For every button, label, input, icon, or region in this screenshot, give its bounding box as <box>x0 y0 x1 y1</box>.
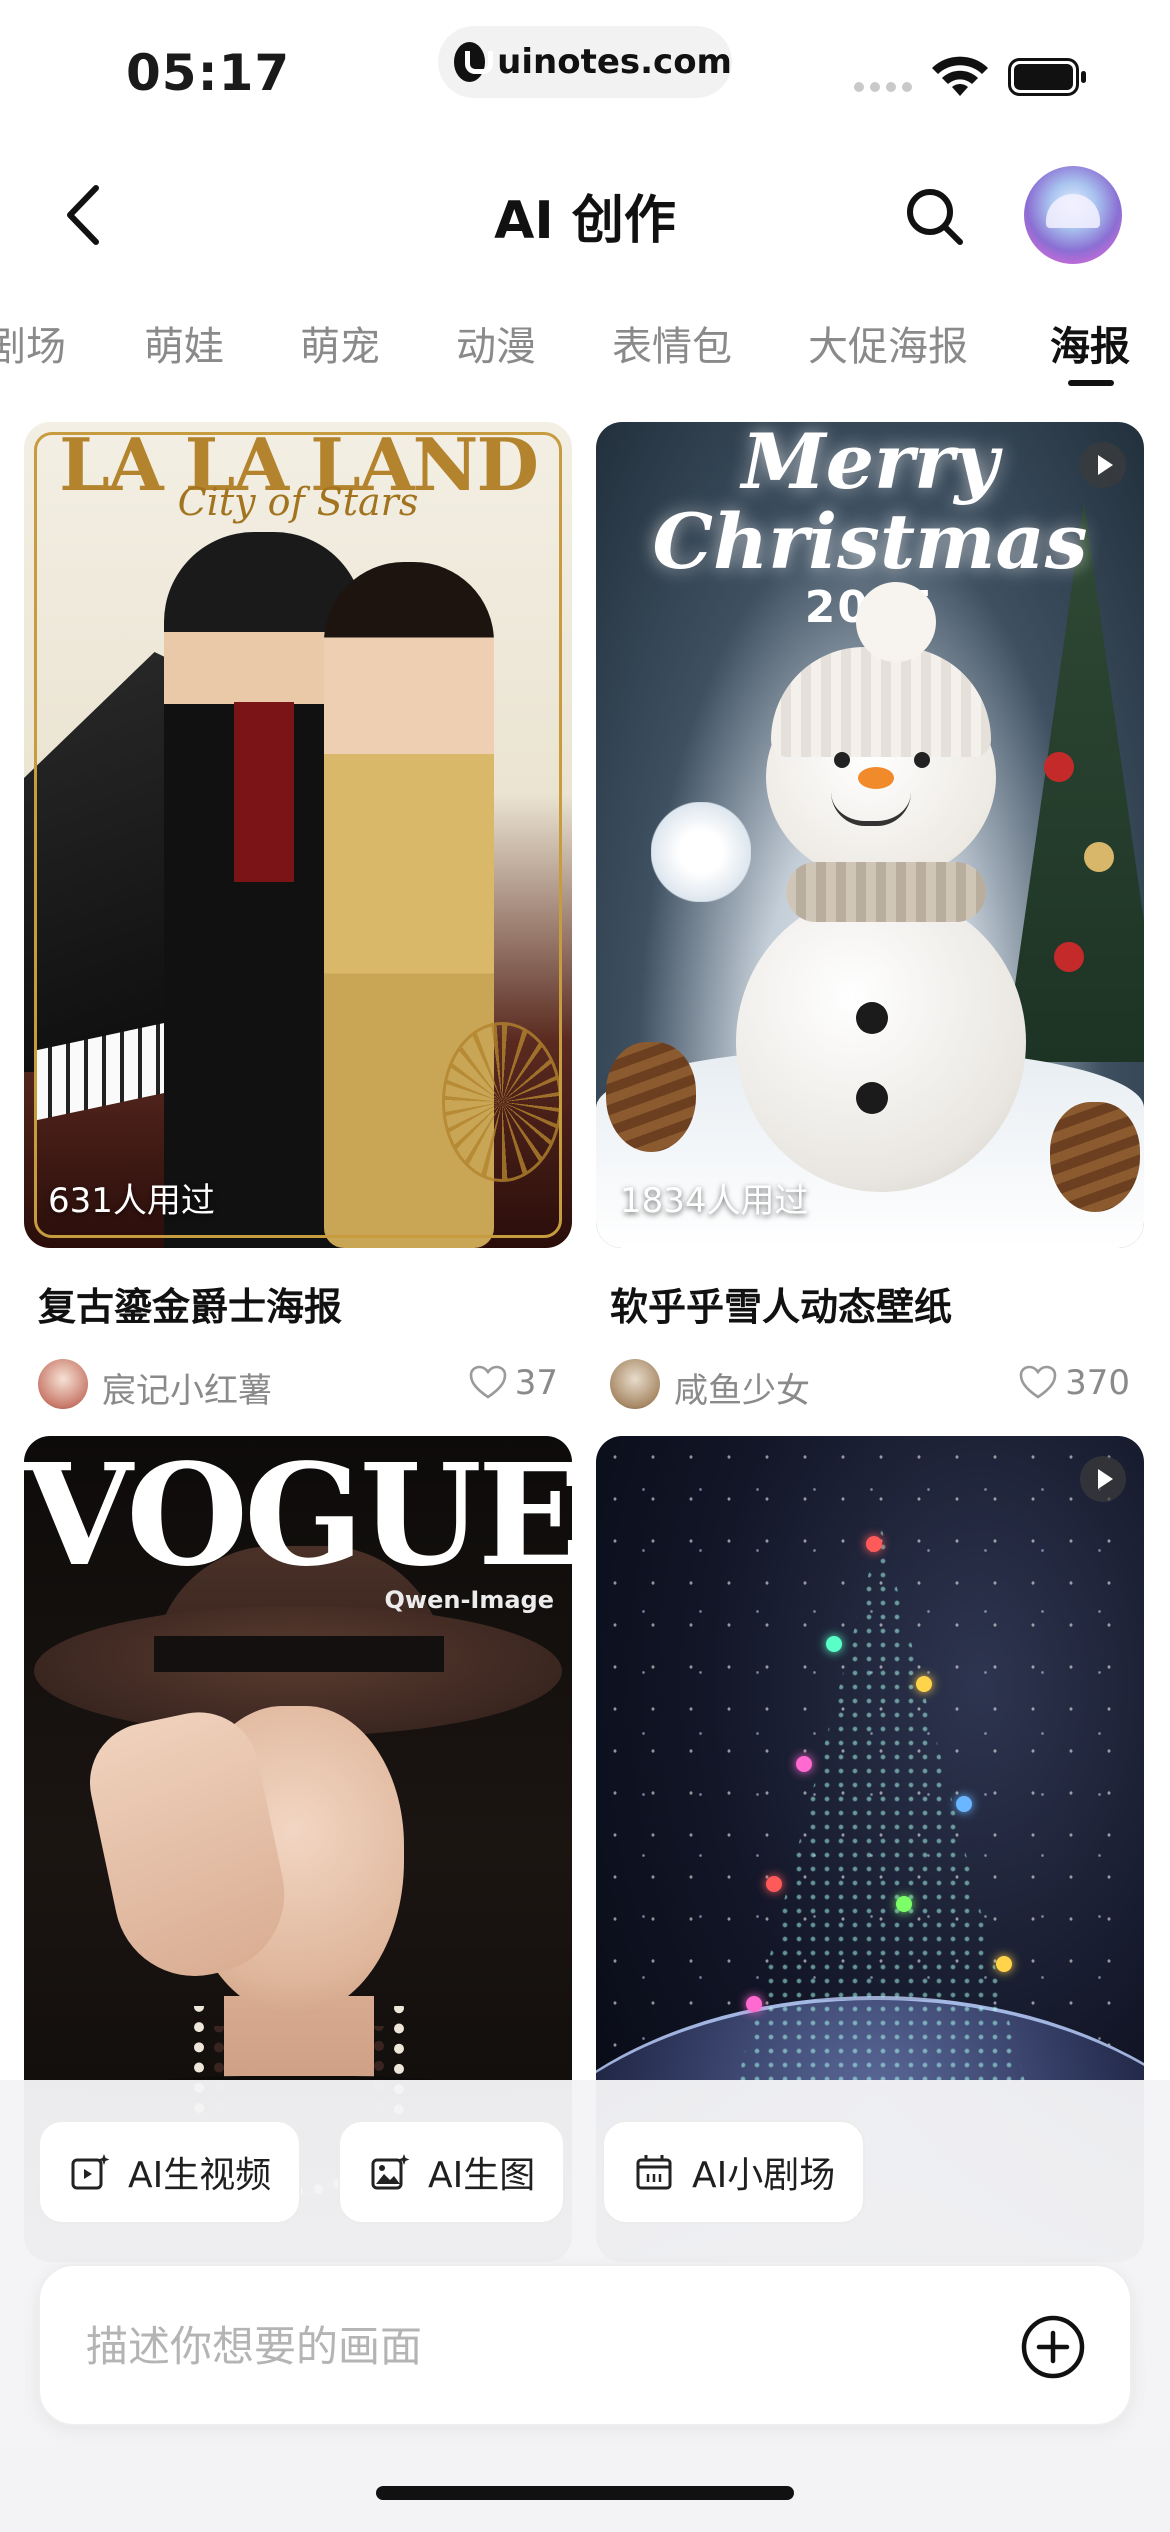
light-dot <box>826 1636 842 1652</box>
pinecone <box>1050 1102 1140 1212</box>
author-name[interactable]: 宸记小红薯 <box>102 1363 272 1412</box>
snowman-button <box>856 1082 888 1114</box>
heart-icon <box>1019 1365 1057 1399</box>
snowman-hat <box>771 647 991 757</box>
card-title[interactable]: 复古鎏金爵士海报 <box>38 1276 572 1331</box>
poster-title: VOGUE <box>24 1436 572 1598</box>
ai-image-button[interactable]: AI生图 <box>338 2120 566 2224</box>
light-dot <box>796 1756 812 1772</box>
light-dot <box>866 1536 882 1552</box>
ornament <box>1044 752 1074 782</box>
snowflake-icon <box>651 802 751 902</box>
light-dot <box>916 1676 932 1692</box>
gold-frame <box>34 432 562 1238</box>
wifi-icon <box>932 56 988 96</box>
prompt-box <box>38 2264 1132 2426</box>
category-tabs: 剧场 萌娃 萌宠 动漫 表情包 大促海报 海报 <box>0 300 1170 390</box>
author-avatar[interactable] <box>38 1359 88 1409</box>
battery-icon <box>1008 58 1086 96</box>
template-card[interactable]: LA LA LAND City of Stars 631人用过 复古鎏金爵士海报… <box>24 422 572 1413</box>
card-meta: 咸鱼少女 370 <box>596 1353 1144 1413</box>
hat-band <box>154 1636 444 1672</box>
light-dot <box>896 1896 912 1912</box>
home-indicator[interactable] <box>376 2486 794 2500</box>
tab-babies[interactable]: 萌娃 <box>144 314 224 372</box>
snowman-scarf <box>786 862 986 922</box>
poster-subtitle: Qwen-Image <box>384 1586 555 1614</box>
card-image[interactable]: LA LA LAND City of Stars 631人用过 <box>24 422 572 1248</box>
like-count: 37 <box>514 1363 558 1403</box>
avatar[interactable] <box>1024 166 1122 264</box>
play-icon <box>1080 442 1126 488</box>
heart-icon <box>469 1365 507 1399</box>
tab-promo-posters[interactable]: 大促海报 <box>808 314 968 372</box>
tab-anime[interactable]: 动漫 <box>456 314 536 372</box>
snowman-eye <box>914 752 930 768</box>
ornament <box>1084 842 1114 872</box>
video-sparkle-icon <box>71 2154 110 2190</box>
card-meta: 宸记小红薯 37 <box>24 1353 572 1413</box>
bottom-sheet: AI生视频 AI生图 AI小剧场 <box>0 2080 1170 2532</box>
prompt-input[interactable] <box>86 2306 966 2386</box>
author-name[interactable]: 咸鱼少女 <box>674 1363 810 1412</box>
light-dot <box>996 1956 1012 1972</box>
ai-video-button[interactable]: AI生视频 <box>38 2120 302 2224</box>
tab-theater[interactable]: 剧场 <box>0 314 66 372</box>
author-avatar[interactable] <box>610 1359 660 1409</box>
snowman-body <box>736 892 1026 1192</box>
search-icon[interactable] <box>900 182 970 252</box>
ai-video-label: AI生视频 <box>128 2155 272 2196</box>
play-icon <box>1080 1456 1126 1502</box>
status-time: 05:17 <box>126 44 291 102</box>
page-title: AI 创作 <box>494 191 676 251</box>
template-card[interactable]: Merry Christmas 2025 1834人用过 软乎乎雪人动态壁纸 咸… <box>596 422 1144 1413</box>
ornament <box>1054 942 1084 972</box>
ai-theater-button[interactable]: AI小剧场 <box>602 2120 866 2224</box>
site-logo-icon <box>454 42 494 82</box>
usage-count: 1834人用过 <box>620 1181 809 1221</box>
status-bar: 05:17 uinotes.com <box>0 0 1170 140</box>
plus-circle-icon[interactable] <box>1020 2314 1086 2380</box>
snowman-eye <box>834 752 850 768</box>
like-count: 370 <box>1065 1363 1130 1403</box>
light-dot <box>956 1796 972 1812</box>
snowman-nose <box>858 767 894 789</box>
light-dot <box>766 1876 782 1892</box>
light-dot <box>746 1996 762 2012</box>
active-tab-indicator <box>1068 380 1114 386</box>
ai-image-label: AI生图 <box>428 2155 536 2196</box>
snowman-button <box>856 1002 888 1034</box>
theater-icon <box>636 2155 672 2190</box>
tab-posters[interactable]: 海报 <box>1050 314 1130 372</box>
tab-stickers[interactable]: 表情包 <box>612 314 732 372</box>
header: AI 创作 <box>0 150 1170 280</box>
signal-icon <box>854 82 912 92</box>
url-text: uinotes.com <box>497 42 732 82</box>
url-pill[interactable]: uinotes.com <box>438 26 732 98</box>
tab-pets[interactable]: 萌宠 <box>300 314 380 372</box>
like-button[interactable]: 37 <box>469 1363 558 1403</box>
card-title[interactable]: 软乎乎雪人动态壁纸 <box>610 1276 1144 1331</box>
usage-count: 631人用过 <box>48 1181 215 1221</box>
image-sparkle-icon <box>371 2154 410 2190</box>
poster-title: Merry Christmas <box>652 422 1088 586</box>
card-image[interactable]: Merry Christmas 2025 1834人用过 <box>596 422 1144 1248</box>
pinecone <box>606 1042 696 1152</box>
ai-theater-label: AI小剧场 <box>692 2155 836 2196</box>
like-button[interactable]: 370 <box>1019 1363 1130 1403</box>
snowman-pom <box>856 582 936 662</box>
